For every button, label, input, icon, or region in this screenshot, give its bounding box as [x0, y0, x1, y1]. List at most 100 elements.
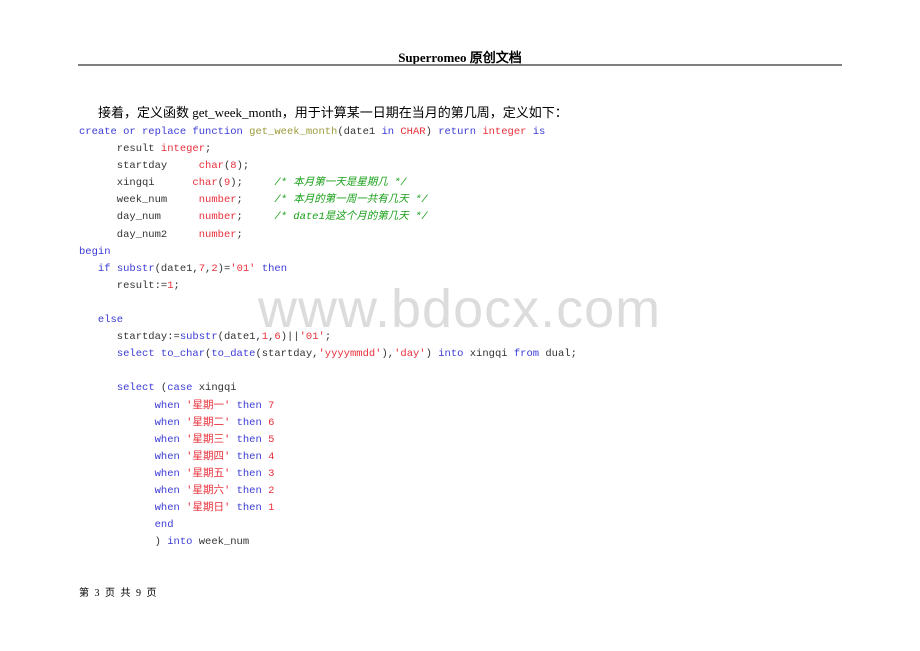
header-divider	[78, 64, 842, 66]
code-token-str: 'day'	[394, 348, 426, 361]
code-token-ty: number	[198, 194, 237, 207]
code-token-pl: );	[230, 177, 275, 190]
code-token-kw: into	[167, 536, 199, 549]
code-token-ty: char	[198, 160, 224, 173]
code-token-pl: dual;	[545, 348, 577, 361]
code-token-kw: when	[154, 467, 187, 480]
code-token-kw: create or replace function	[79, 126, 250, 138]
code-token-pl: ;	[324, 331, 332, 344]
code-token-pl: xingqi	[469, 348, 514, 361]
code-token-ty: CHAR	[400, 126, 426, 138]
code-token-ty: char	[192, 177, 218, 190]
code-token-kw: then	[236, 502, 269, 515]
code-token-pl: ),	[381, 348, 395, 361]
code-token-str: '星期三'	[186, 433, 231, 446]
code-token-kw: when	[154, 502, 187, 515]
code-token-num: 2	[268, 484, 275, 497]
code-token-kw: when	[154, 450, 187, 463]
code-token-pl: (date1,	[154, 262, 199, 275]
code-token-kw: substr	[179, 331, 218, 344]
code-token-pl: )||	[280, 331, 300, 344]
code-token-kw: when	[154, 399, 187, 412]
code-token-kw: when	[154, 484, 187, 497]
code-line: result integer;	[79, 141, 577, 158]
code-line: week_num number; /* 本月的第一周一共有几天 */	[79, 192, 577, 209]
code-token-kw: to_date	[211, 348, 256, 361]
code-token-kw: then	[236, 399, 269, 412]
code-token-str: '01'	[230, 262, 256, 275]
code-token-kw: then	[261, 262, 288, 275]
code-token-pl: startday	[79, 160, 199, 173]
code-line: when '星期三' then 5	[79, 432, 577, 449]
code-token-kw: then	[236, 433, 269, 446]
code-token-kw: then	[236, 450, 269, 463]
code-line: end	[79, 517, 577, 534]
code-token-fn: get_week_month	[249, 126, 338, 138]
code-token-pl: xingqi	[198, 382, 237, 395]
code-line: select (case xingqi	[79, 380, 577, 397]
code-line: when '星期一' then 7	[79, 398, 577, 415]
code-line: when '星期五' then 3	[79, 466, 577, 483]
code-token-kw: then	[236, 467, 269, 480]
code-line: xingqi char(9); /* 本月第一天是星期几 */	[79, 175, 577, 192]
code-token-num: 6	[268, 416, 275, 429]
code-token-pl: (startday,	[255, 348, 319, 361]
code-token-kw: else	[97, 314, 124, 327]
code-line: create or replace function get_week_mont…	[79, 124, 577, 141]
code-token-kw: select	[116, 382, 161, 395]
code-line: result:=1;	[79, 278, 577, 295]
code-token-num: 1	[268, 502, 275, 515]
code-token-kw: is	[532, 126, 546, 138]
code-line: startday:=substr(date1,1,6)||'01';	[79, 329, 577, 346]
code-token-cm: /* 本月的第一周一共有几天 */	[274, 194, 428, 207]
code-line: when '星期六' then 2	[79, 483, 577, 500]
code-token-pl: (date1	[337, 126, 382, 138]
code-token-pl: )	[79, 536, 168, 549]
code-token-pl: )=	[217, 262, 231, 275]
code-token-pl: ;	[205, 143, 212, 156]
code-token-pl: xingqi	[79, 177, 193, 190]
code-token-kw: to_char	[160, 348, 206, 361]
code-token-ty: integer	[482, 126, 533, 138]
code-block: create or replace function get_week_mont…	[79, 124, 577, 551]
code-token-pl: )	[425, 126, 439, 138]
code-token-cm: /* 本月第一天是星期几 */	[274, 177, 407, 190]
code-token-pl: week_num	[79, 194, 199, 207]
code-token-kw: case	[167, 382, 199, 395]
code-line: day_num number; /* date1是这个月的第几天 */	[79, 209, 577, 226]
code-token-pl: ;	[173, 279, 180, 292]
code-token-ty: integer	[160, 143, 206, 156]
code-token-pl: day_num2	[79, 228, 199, 241]
code-token-pl: ;	[236, 211, 275, 224]
code-token-pl: )	[425, 348, 439, 361]
code-token-num: 5	[268, 433, 275, 446]
code-line: startday char(8);	[79, 158, 577, 175]
page-number-footer: 第 3 页 共 9 页	[79, 588, 157, 599]
code-token-pl: result:=	[79, 279, 168, 292]
intro-paragraph: 接着，定义函数 get_week_month，用于计算某一日期在当月的第几周，定…	[98, 105, 568, 120]
code-line: ) into week_num	[79, 534, 577, 551]
code-token-pl: ;	[236, 194, 275, 207]
code-line: begin	[79, 244, 577, 261]
code-token-kw: then	[236, 484, 269, 497]
code-token-str: '星期五'	[186, 467, 231, 480]
code-token-kw: from	[513, 348, 546, 361]
code-token-str: '星期日'	[186, 502, 231, 515]
code-token-pl: startday:=	[79, 331, 180, 344]
code-token-kw: when	[154, 433, 187, 446]
code-token-str: 'yyyymmdd'	[318, 348, 382, 361]
code-line: day_num2 number;	[79, 227, 577, 244]
code-token-str: '星期一'	[186, 399, 231, 412]
code-token-kw: if	[97, 262, 117, 275]
